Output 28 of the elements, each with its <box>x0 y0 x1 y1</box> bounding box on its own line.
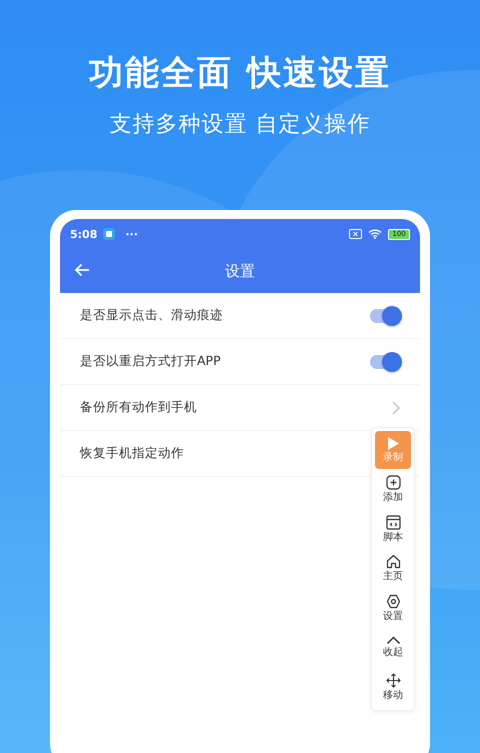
setting-label: 是否显示点击、滑动痕迹 <box>80 307 223 324</box>
status-time: 5:08 <box>70 228 98 240</box>
toolbar-button[interactable]: 收起 <box>375 628 411 666</box>
code-window-icon <box>386 514 400 530</box>
add-icon <box>386 475 400 490</box>
wifi-icon <box>368 229 382 239</box>
setting-label: 恢复手机指定动作 <box>80 445 184 462</box>
move-icon <box>386 672 400 688</box>
home-icon <box>386 554 400 569</box>
app-icon <box>103 228 116 240</box>
toggle-switch[interactable] <box>370 354 400 368</box>
toolbar-button[interactable]: 脚本 <box>375 510 411 548</box>
play-icon <box>387 436 399 450</box>
back-arrow-icon[interactable] <box>74 263 90 277</box>
toolbar-button[interactable]: 移动 <box>375 668 411 706</box>
toolbar-button[interactable]: 添加 <box>375 470 411 508</box>
toggle-switch[interactable] <box>370 308 400 322</box>
headline: 功能全面 快速设置 <box>89 52 391 95</box>
page-title: 设置 <box>225 262 255 280</box>
chevron-up-icon <box>386 636 400 645</box>
toolbar-button[interactable]: 设置 <box>375 589 411 627</box>
setting-label: 备份所有动作到手机 <box>80 399 197 416</box>
more-dots: ··· <box>125 228 138 240</box>
sim-icon <box>349 229 362 239</box>
setting-label: 是否以重启方式打开APP <box>80 353 221 370</box>
settings-icon <box>386 594 400 608</box>
subheadline: 支持多种设置 自定义操作 <box>110 111 370 139</box>
toolbar-button[interactable]: 主页 <box>375 550 411 588</box>
